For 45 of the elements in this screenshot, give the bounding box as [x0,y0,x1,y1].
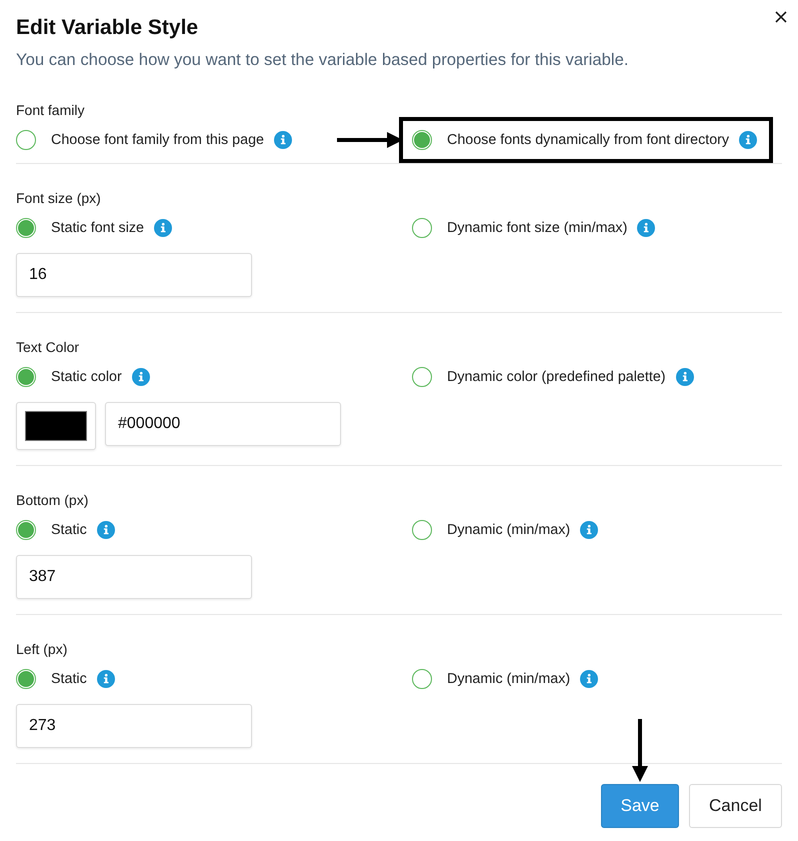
radio-button[interactable] [412,520,432,540]
option-label: Static [51,521,87,540]
color-picker[interactable] [16,402,96,450]
option-label: Choose fonts dynamically from font directory [447,131,730,150]
option-label: Choose font family from this page [51,131,264,150]
section-label: Bottom (px) [16,491,90,510]
option-label: Static color [51,368,122,387]
dialog-subtitle: You can choose how you want to set the variable based properties for this variable. [16,49,630,71]
dialog-title: Edit Variable Style [16,15,198,41]
radio-button[interactable] [412,130,432,150]
info-icon[interactable] [96,670,115,688]
info-icon[interactable] [580,670,598,688]
info-icon[interactable] [154,219,172,237]
option-label: Static font size [51,219,144,238]
info-icon[interactable] [96,521,115,539]
option-label: Dynamic (min/max) [447,521,570,540]
info-icon[interactable] [676,368,694,386]
text-input[interactable]: 387 [16,555,252,599]
cancel-button[interactable]: Cancel [689,784,782,828]
option-label: Dynamic (min/max) [447,670,570,689]
info-icon[interactable] [274,131,292,149]
close-icon [775,11,787,23]
option-label: Static [51,670,87,689]
option-label: Dynamic color (predefined palette) [447,368,666,387]
radio-button[interactable] [16,367,36,387]
radio-button[interactable] [16,669,36,689]
radio-button[interactable] [16,520,36,540]
section-label: Font size (px) [16,189,102,208]
section-label: Left (px) [16,640,68,659]
close-button[interactable] [774,10,788,24]
radio-button[interactable] [16,130,36,150]
text-input[interactable]: 273 [16,704,252,748]
radio-button[interactable] [16,218,36,238]
info-icon[interactable] [637,219,656,237]
info-icon[interactable] [739,131,758,149]
section-label: Text Color [16,338,80,357]
option-label: Dynamic font size (min/max) [447,219,628,238]
info-icon[interactable] [580,521,598,539]
radio-button[interactable] [412,669,432,689]
info-icon[interactable] [132,368,150,386]
section-label: Font family [16,101,86,120]
radio-button[interactable] [412,367,432,387]
text-input[interactable]: 16 [16,253,252,297]
radio-button[interactable] [412,218,432,238]
text-input[interactable]: #000000 [105,402,341,446]
